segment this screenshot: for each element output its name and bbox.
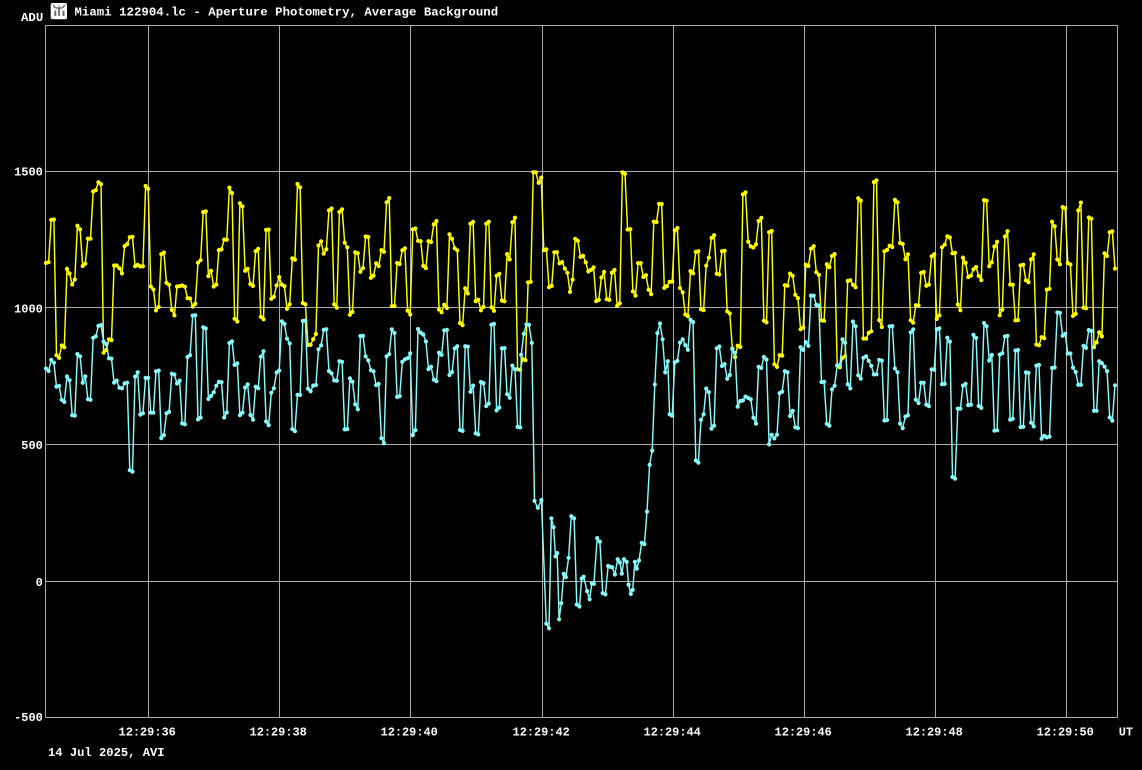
svg-text:12:29:50: 12:29:50 <box>1037 726 1094 740</box>
svg-text:ADU: ADU <box>21 11 43 25</box>
svg-text:12:29:36: 12:29:36 <box>119 726 176 740</box>
svg-text:12:29:48: 12:29:48 <box>906 726 963 740</box>
svg-text:12:29:46: 12:29:46 <box>775 726 832 740</box>
svg-text:UT: UT <box>1119 726 1133 740</box>
svg-text:0: 0 <box>36 576 43 590</box>
svg-text:1500: 1500 <box>14 166 43 180</box>
svg-text:1000: 1000 <box>14 302 43 316</box>
svg-text:12:29:38: 12:29:38 <box>250 726 307 740</box>
svg-text:14 Jul 2025, AVI: 14 Jul 2025, AVI <box>48 746 165 760</box>
svg-text:500: 500 <box>21 439 43 453</box>
svg-text:Miami 122904.lc - Aperture Pho: Miami 122904.lc - Aperture Photometry, A… <box>75 6 499 20</box>
svg-text:12:29:44: 12:29:44 <box>644 726 701 740</box>
svg-text:12:29:42: 12:29:42 <box>513 726 570 740</box>
svg-text:12:29:40: 12:29:40 <box>381 726 438 740</box>
svg-text:-500: -500 <box>14 711 43 725</box>
